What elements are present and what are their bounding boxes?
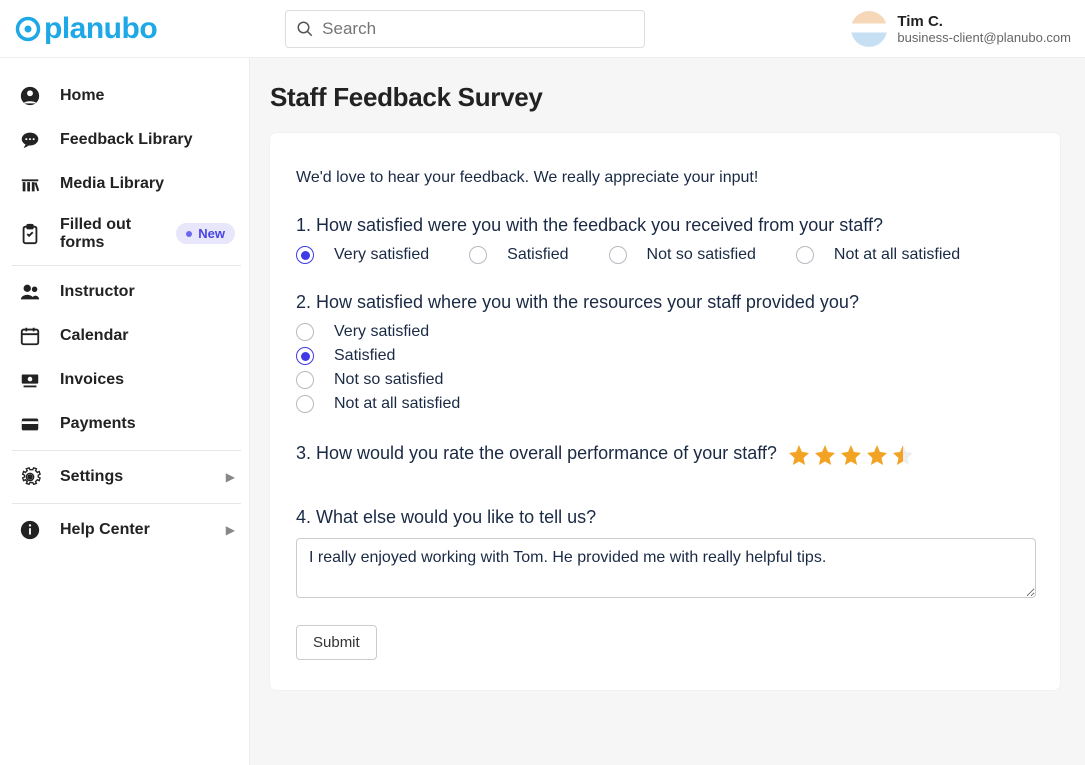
sidebar-item-calendar[interactable]: Calendar bbox=[12, 314, 241, 358]
divider bbox=[12, 265, 241, 266]
calendar-icon bbox=[18, 324, 42, 348]
brand-text: planubo bbox=[44, 12, 157, 46]
card-icon bbox=[18, 412, 42, 436]
divider bbox=[12, 450, 241, 451]
radio[interactable] bbox=[469, 246, 487, 264]
user-email: business-client@planubo.com bbox=[897, 30, 1071, 45]
q1-option-2[interactable]: Not so satisfied bbox=[609, 246, 756, 264]
star-half-icon[interactable] bbox=[891, 443, 915, 467]
q1-option-1[interactable]: Satisfied bbox=[469, 246, 568, 264]
brand-logo[interactable]: planubo bbox=[14, 12, 157, 46]
main-content: Staff Feedback Survey We'd love to hear … bbox=[250, 58, 1085, 765]
chevron-right-icon: ▶ bbox=[226, 523, 235, 537]
sidebar-item-home[interactable]: Home bbox=[12, 74, 241, 118]
gear-icon bbox=[18, 465, 42, 489]
person-circle-icon bbox=[18, 84, 42, 108]
sidebar-item-feedback-library[interactable]: Feedback Library bbox=[12, 118, 241, 162]
sidebar-item-payments[interactable]: Payments bbox=[12, 402, 241, 446]
sidebar-item-label: Media Library bbox=[60, 175, 235, 193]
q2-option-2[interactable]: Not so satisfied bbox=[296, 371, 1034, 389]
q1-option-0[interactable]: Very satisfied bbox=[296, 246, 429, 264]
info-icon bbox=[18, 518, 42, 542]
chat-icon bbox=[18, 128, 42, 152]
sidebar-item-filled-out-forms[interactable]: Filled out forms New bbox=[12, 206, 241, 261]
divider bbox=[12, 503, 241, 504]
q2-options: Very satisfied Satisfied Not so satisfie… bbox=[296, 323, 1034, 413]
star-icon[interactable] bbox=[813, 443, 837, 467]
q4-text: 4. What else would you like to tell us? bbox=[296, 507, 1034, 528]
sidebar-item-label: Home bbox=[60, 87, 235, 105]
star-icon[interactable] bbox=[787, 443, 811, 467]
search-input[interactable] bbox=[322, 19, 634, 39]
q2-text: 2. How satisfied where you with the reso… bbox=[296, 292, 1034, 313]
new-badge: New bbox=[176, 223, 235, 244]
sidebar-item-label: Instructor bbox=[60, 283, 235, 301]
user-name: Tim C. bbox=[897, 13, 1071, 30]
sidebar-item-help-center[interactable]: Help Center ▶ bbox=[12, 508, 241, 552]
sidebar-item-label: Invoices bbox=[60, 371, 235, 389]
chevron-right-icon: ▶ bbox=[226, 470, 235, 484]
sidebar-item-label: Feedback Library bbox=[60, 131, 235, 149]
submit-button[interactable]: Submit bbox=[296, 625, 377, 660]
radio[interactable] bbox=[296, 347, 314, 365]
users-icon bbox=[18, 280, 42, 304]
radio[interactable] bbox=[296, 323, 314, 341]
clipboard-icon bbox=[18, 222, 42, 246]
sidebar-item-invoices[interactable]: Invoices bbox=[12, 358, 241, 402]
sidebar-item-label: Calendar bbox=[60, 327, 235, 345]
logo-icon bbox=[14, 15, 42, 43]
sidebar-item-label: Help Center bbox=[60, 521, 208, 539]
money-icon bbox=[18, 368, 42, 392]
q2-option-0[interactable]: Very satisfied bbox=[296, 323, 1034, 341]
radio[interactable] bbox=[609, 246, 627, 264]
avatar bbox=[851, 11, 887, 47]
radio[interactable] bbox=[296, 371, 314, 389]
survey-card: We'd love to hear your feedback. We real… bbox=[270, 133, 1060, 690]
search-box[interactable] bbox=[285, 10, 645, 48]
q1-options: Very satisfied Satisfied Not so satisfie… bbox=[296, 246, 1034, 264]
q2-option-3[interactable]: Not at all satisfied bbox=[296, 395, 1034, 413]
user-menu[interactable]: Tim C. business-client@planubo.com bbox=[851, 11, 1071, 47]
app-header: planubo Tim C. business-client@planubo.c… bbox=[0, 0, 1085, 58]
q1-option-3[interactable]: Not at all satisfied bbox=[796, 246, 960, 264]
sidebar-item-label: Filled out forms bbox=[60, 216, 158, 251]
star-icon[interactable] bbox=[839, 443, 863, 467]
q2-option-1[interactable]: Satisfied bbox=[296, 347, 1034, 365]
sidebar: Home Feedback Library Media Library Fill… bbox=[0, 58, 250, 765]
page-title: Staff Feedback Survey bbox=[270, 82, 1085, 113]
search-icon bbox=[296, 20, 314, 38]
survey-intro: We'd love to hear your feedback. We real… bbox=[296, 169, 1034, 187]
radio[interactable] bbox=[296, 246, 314, 264]
library-icon bbox=[18, 172, 42, 196]
sidebar-item-settings[interactable]: Settings ▶ bbox=[12, 455, 241, 499]
q3-text: 3. How would you rate the overall perfor… bbox=[296, 443, 777, 464]
q4-textarea[interactable] bbox=[296, 538, 1036, 598]
sidebar-item-instructor[interactable]: Instructor bbox=[12, 270, 241, 314]
radio[interactable] bbox=[296, 395, 314, 413]
sidebar-item-label: Payments bbox=[60, 415, 235, 433]
star-rating[interactable] bbox=[787, 443, 915, 467]
q1-text: 1. How satisfied were you with the feedb… bbox=[296, 215, 1034, 236]
star-icon[interactable] bbox=[865, 443, 889, 467]
sidebar-item-media-library[interactable]: Media Library bbox=[12, 162, 241, 206]
radio[interactable] bbox=[796, 246, 814, 264]
sidebar-item-label: Settings bbox=[60, 468, 208, 486]
